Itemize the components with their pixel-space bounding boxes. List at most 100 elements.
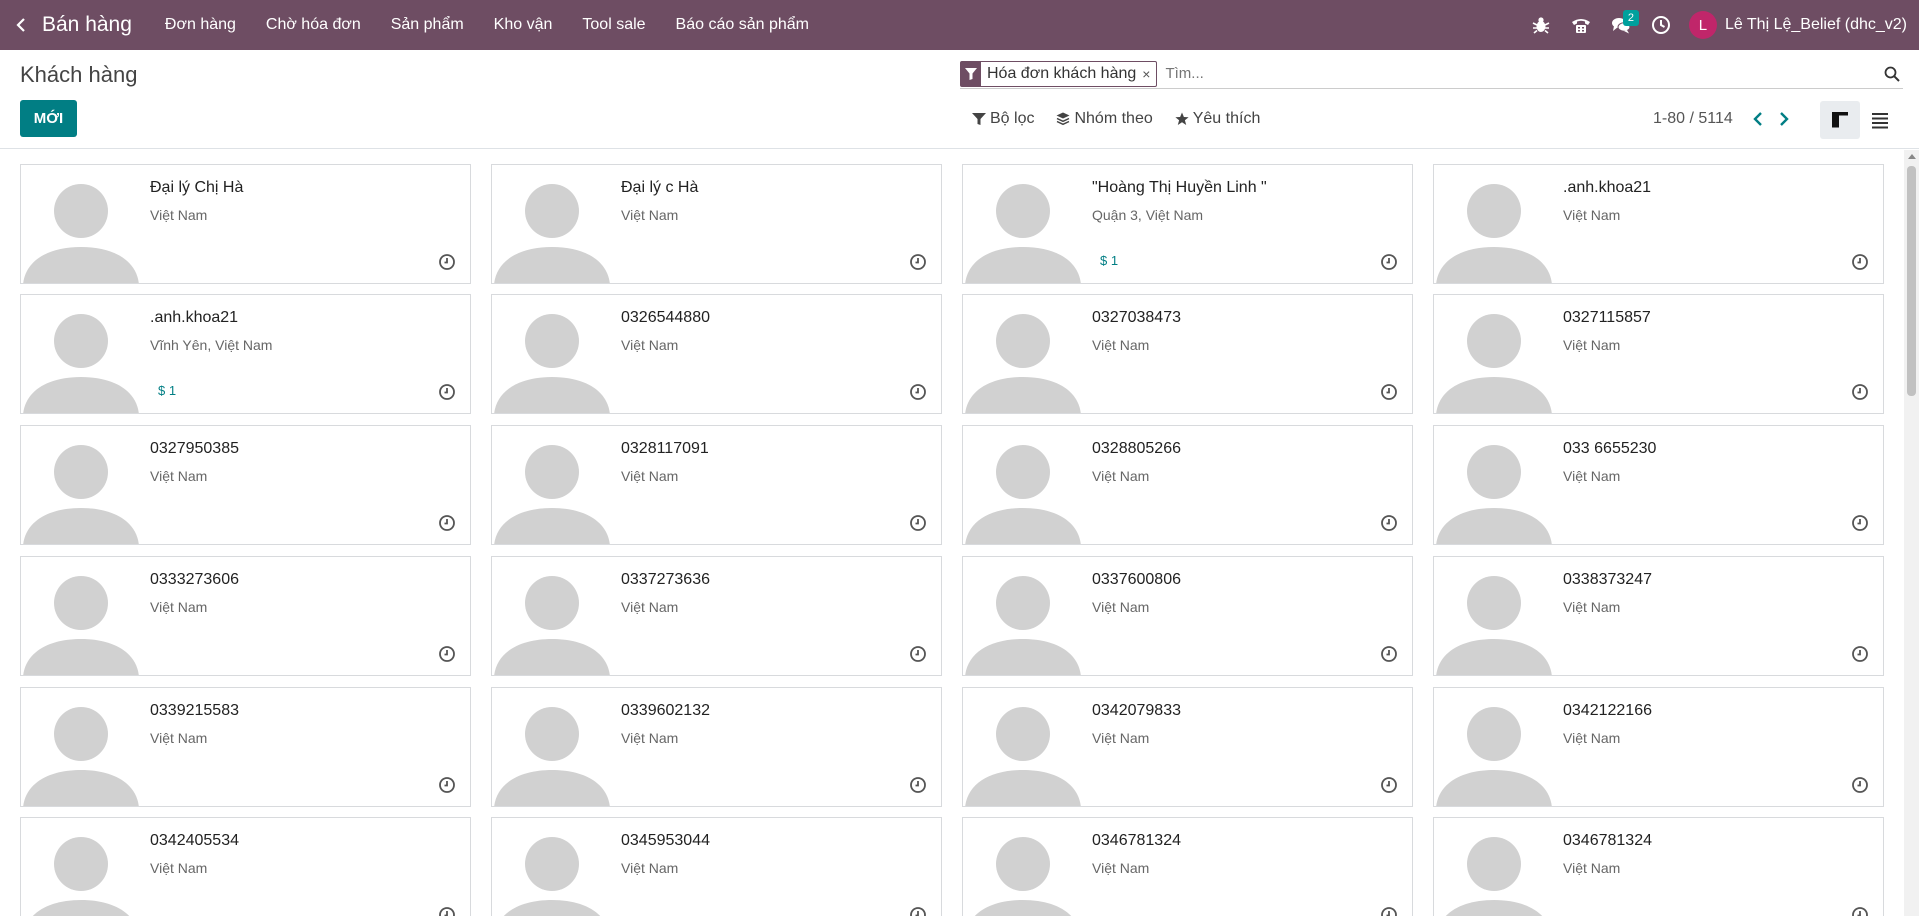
menu-item-to-invoice[interactable]: Chờ hóa đơn bbox=[251, 0, 376, 50]
new-button[interactable]: MỚI bbox=[20, 100, 77, 137]
search-button[interactable] bbox=[1881, 63, 1903, 85]
customer-address: Việt Nam bbox=[1563, 860, 1621, 876]
customer-name: 0342122166 bbox=[1563, 702, 1652, 719]
menu-item-tool-sale[interactable]: Tool sale bbox=[567, 0, 660, 50]
customer-card[interactable]: 0333273606 Việt Nam bbox=[20, 556, 471, 676]
chevron-left-icon bbox=[16, 18, 25, 32]
customer-card[interactable]: 0342079833 Việt Nam bbox=[962, 687, 1413, 807]
phone-button[interactable] bbox=[1561, 0, 1601, 50]
customer-address: Việt Nam bbox=[1563, 468, 1621, 484]
scroll-thumb[interactable] bbox=[1907, 166, 1916, 396]
activity-clock-icon[interactable] bbox=[1851, 383, 1869, 401]
app-name[interactable]: Bán hàng bbox=[42, 13, 138, 37]
search-input[interactable] bbox=[1165, 65, 1881, 82]
search-facet: Hóa đơn khách hàng × bbox=[960, 60, 1158, 87]
activity-clock-icon[interactable] bbox=[1380, 776, 1398, 794]
activity-clock-icon[interactable] bbox=[438, 776, 456, 794]
customer-card[interactable]: "Hoàng Thị Huyền Linh " Quận 3, Việt Nam $… bbox=[962, 164, 1413, 284]
top-navbar: Bán hàng Đơn hàng Chờ hóa đơn Sản phẩm K… bbox=[0, 0, 1919, 50]
activity-clock-icon[interactable] bbox=[909, 645, 927, 663]
customer-card[interactable]: 0327950385 Việt Nam bbox=[20, 425, 471, 545]
activity-clock-icon[interactable] bbox=[909, 253, 927, 271]
customer-name: 0338373247 bbox=[1563, 571, 1652, 588]
activity-clock-icon[interactable] bbox=[438, 514, 456, 532]
activity-clock-icon[interactable] bbox=[1380, 906, 1398, 916]
activity-clock-icon[interactable] bbox=[438, 383, 456, 401]
invoice-amount-badge[interactable]: $ 1 bbox=[1100, 253, 1118, 268]
customer-name: 0327038473 bbox=[1092, 309, 1181, 326]
menu-item-inventory[interactable]: Kho vận bbox=[479, 0, 568, 50]
customer-card[interactable]: 0339215583 Việt Nam bbox=[20, 687, 471, 807]
customer-card[interactable]: 0337273636 Việt Nam bbox=[491, 556, 942, 676]
avatar-placeholder-icon bbox=[963, 688, 1091, 806]
customer-card[interactable]: 0328117091 Việt Nam bbox=[491, 425, 942, 545]
activity-clock-icon[interactable] bbox=[909, 383, 927, 401]
debug-button[interactable] bbox=[1521, 0, 1561, 50]
customer-card[interactable]: .anh.khoa21 Việt Nam bbox=[1433, 164, 1884, 284]
customer-name: 0345953044 bbox=[621, 832, 710, 849]
activity-clock-icon[interactable] bbox=[909, 906, 927, 916]
activities-button[interactable] bbox=[1641, 0, 1681, 50]
activity-clock-icon[interactable] bbox=[909, 776, 927, 794]
activity-clock-icon[interactable] bbox=[1380, 383, 1398, 401]
activity-clock-icon[interactable] bbox=[1380, 514, 1398, 532]
customer-card[interactable]: 0342122166 Việt Nam bbox=[1433, 687, 1884, 807]
customer-address: Việt Nam bbox=[1563, 207, 1621, 223]
customer-address: Việt Nam bbox=[1092, 860, 1150, 876]
group-by-dropdown[interactable]: Nhóm theo bbox=[1056, 110, 1153, 128]
kanban-view: Đại lý Chị Hà Việt Nam Đại lý c Hà Việt Nam… bbox=[0, 150, 1904, 916]
customer-card[interactable]: Đại lý c Hà Việt Nam bbox=[491, 164, 942, 284]
list-view-button[interactable] bbox=[1860, 101, 1900, 139]
customer-card[interactable]: 0327038473 Việt Nam bbox=[962, 294, 1413, 414]
customer-card[interactable]: 0328805266 Việt Nam bbox=[962, 425, 1413, 545]
activity-clock-icon[interactable] bbox=[1851, 776, 1869, 794]
customer-address: Việt Nam bbox=[1092, 730, 1150, 746]
activity-clock-icon[interactable] bbox=[1851, 645, 1869, 663]
pager-previous-button[interactable] bbox=[1745, 109, 1771, 129]
back-button[interactable] bbox=[0, 0, 42, 50]
avatar-placeholder-icon bbox=[492, 426, 620, 544]
customer-address: Việt Nam bbox=[1092, 337, 1150, 353]
filter-dropdown[interactable]: Bộ lọc bbox=[972, 110, 1034, 128]
activity-clock-icon[interactable] bbox=[1380, 253, 1398, 271]
pager-next-button[interactable] bbox=[1771, 109, 1797, 129]
customer-card[interactable]: 0326544880 Việt Nam bbox=[491, 294, 942, 414]
group-by-label: Nhóm theo bbox=[1074, 110, 1153, 127]
pager-value[interactable]: 1-80 / 5114 bbox=[1653, 110, 1733, 128]
activity-clock-icon[interactable] bbox=[438, 906, 456, 916]
page-title: Khách hàng bbox=[20, 62, 138, 87]
activity-clock-icon[interactable] bbox=[1851, 253, 1869, 271]
menu-item-products[interactable]: Sản phẩm bbox=[376, 0, 479, 50]
avatar-placeholder-icon bbox=[963, 426, 1091, 544]
activity-clock-icon[interactable] bbox=[909, 514, 927, 532]
menu-item-product-report[interactable]: Báo cáo sản phẩm bbox=[661, 0, 824, 50]
customer-card[interactable]: 0346781324 Việt Nam bbox=[962, 817, 1413, 916]
customer-card[interactable]: 0327115857 Việt Nam bbox=[1433, 294, 1884, 414]
activity-clock-icon[interactable] bbox=[1851, 514, 1869, 532]
kanban-view-button[interactable] bbox=[1820, 101, 1860, 139]
messages-button[interactable]: 2 bbox=[1601, 0, 1641, 50]
avatar-placeholder-icon bbox=[963, 557, 1091, 675]
customer-card[interactable]: .anh.khoa21 Vĩnh Yên, Việt Nam $ 1 bbox=[20, 294, 471, 414]
customer-card[interactable]: 0346781324 Việt Nam bbox=[1433, 817, 1884, 916]
customer-card[interactable]: 0342405534 Việt Nam bbox=[20, 817, 471, 916]
customer-card[interactable]: 0345953044 Việt Nam bbox=[491, 817, 942, 916]
customer-card[interactable]: 0338373247 Việt Nam bbox=[1433, 556, 1884, 676]
activity-clock-icon[interactable] bbox=[438, 253, 456, 271]
customer-card[interactable]: 033 6655230 Việt Nam bbox=[1433, 425, 1884, 545]
activity-clock-icon[interactable] bbox=[1851, 906, 1869, 916]
activity-clock-icon[interactable] bbox=[438, 645, 456, 663]
menu-item-orders[interactable]: Đơn hàng bbox=[150, 0, 251, 50]
customer-address: Việt Nam bbox=[1092, 599, 1150, 615]
invoice-amount-badge[interactable]: $ 1 bbox=[158, 383, 176, 398]
scrollbar[interactable] bbox=[1904, 150, 1919, 916]
clock-icon bbox=[1651, 16, 1670, 34]
favorites-dropdown[interactable]: Yêu thích bbox=[1175, 110, 1260, 128]
customer-card[interactable]: 0337600806 Việt Nam bbox=[962, 556, 1413, 676]
facet-remove-button[interactable]: × bbox=[1142, 62, 1156, 86]
user-menu[interactable]: L Lê Thị Lệ_Belief (dhc_v2) bbox=[1688, 11, 1907, 39]
customer-card[interactable]: 0339602132 Việt Nam bbox=[491, 687, 942, 807]
scroll-up-arrow[interactable] bbox=[1908, 154, 1916, 159]
customer-card[interactable]: Đại lý Chị Hà Việt Nam bbox=[20, 164, 471, 284]
activity-clock-icon[interactable] bbox=[1380, 645, 1398, 663]
